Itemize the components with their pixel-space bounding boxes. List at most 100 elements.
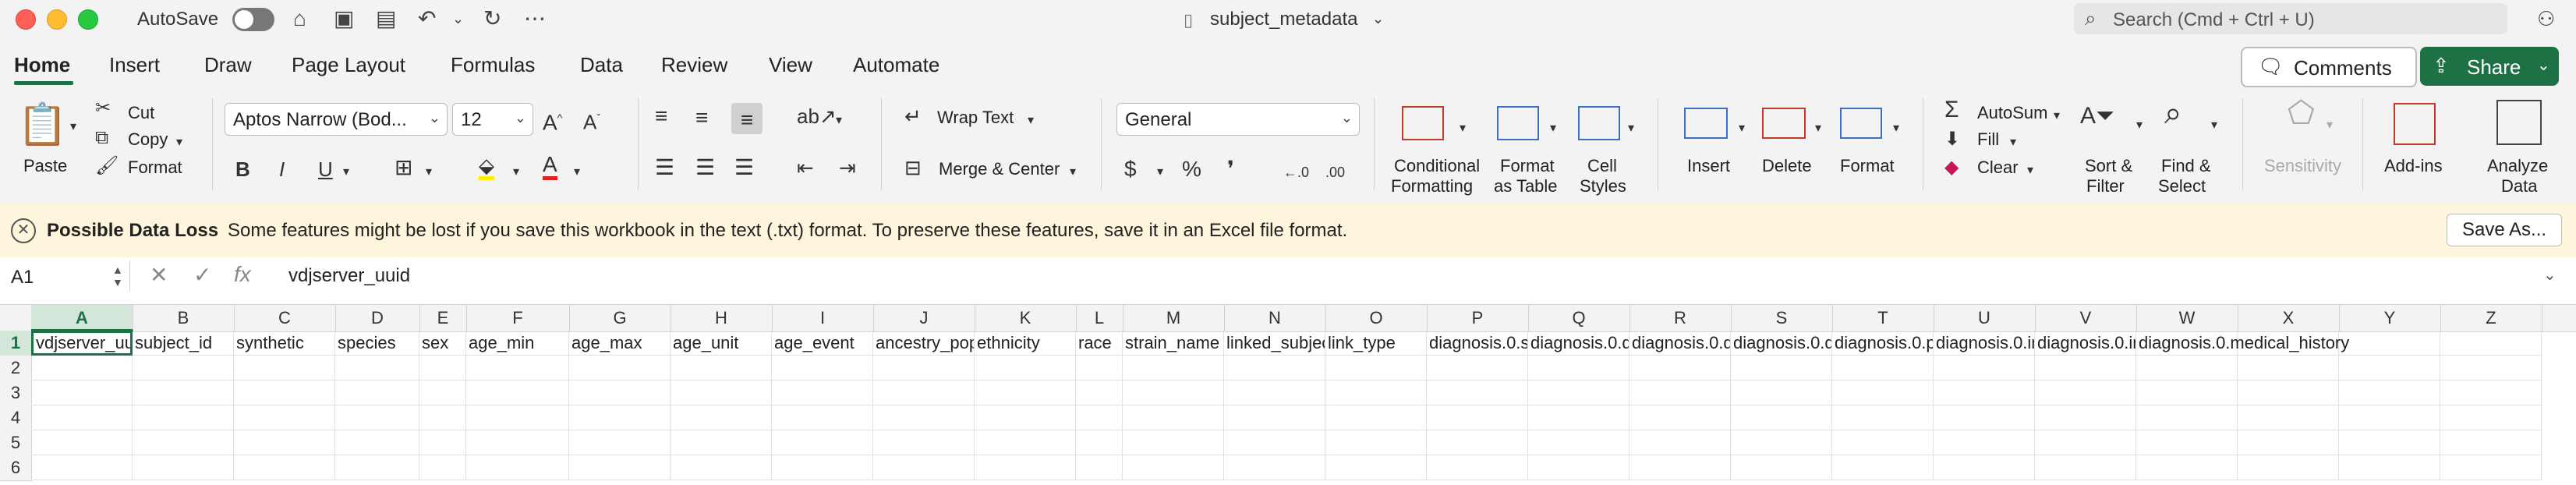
cell[interactable] [569,430,671,455]
cell[interactable] [2136,405,2238,430]
close-window-button[interactable] [16,9,36,30]
cell[interactable] [772,356,873,381]
cell[interactable] [1731,430,1832,455]
cell[interactable] [234,430,335,455]
spreadsheet-grid[interactable]: ABCDEFGHIJKLMNOPQRSTUVWXYZ 1 vdjserver_uu… [0,296,2576,485]
cell[interactable] [133,430,234,455]
cell[interactable] [671,405,772,430]
cell[interactable] [1325,356,1427,381]
cell[interactable] [1629,381,1731,405]
font-size-select[interactable]: 12 ⌄ [452,103,533,136]
cell[interactable] [466,455,569,480]
cell[interactable] [1076,381,1123,405]
cell[interactable] [873,356,975,381]
cell[interactable]: synthetic [234,331,335,356]
name-box[interactable]: A1 ▲ ▼ [0,260,130,292]
column-header[interactable]: I [772,305,874,331]
cell[interactable] [1832,356,1934,381]
cell[interactable] [1076,455,1123,480]
cell[interactable] [466,356,569,381]
cell[interactable] [1934,381,2035,405]
cell[interactable] [2238,455,2339,480]
cell[interactable] [569,356,671,381]
cell[interactable] [2440,455,2542,480]
cell[interactable] [419,430,466,455]
home-icon[interactable]: ⌂ [293,6,306,31]
cell[interactable] [2035,405,2136,430]
cell[interactable]: vdjserver_uuid [31,331,133,356]
column-header[interactable]: Z [2440,305,2542,331]
share-button[interactable]: ⇪ Share ⌄ [2420,47,2559,86]
cell[interactable] [31,455,133,480]
cell[interactable] [2035,356,2136,381]
align-left-icon[interactable]: ☰ [655,154,674,181]
cell[interactable] [466,381,569,405]
cancel-icon[interactable]: ✕ [150,262,168,288]
cell[interactable]: sex [419,331,466,356]
cell[interactable]: diagnosis.0.medical_history [2136,331,2349,356]
cell[interactable] [1731,356,1832,381]
cell[interactable] [466,405,569,430]
expand-formula-bar-icon[interactable]: ⌄ [2543,265,2557,285]
cell[interactable] [2035,381,2136,405]
cell[interactable] [466,430,569,455]
cell[interactable] [1123,356,1224,381]
cell[interactable] [1832,381,1934,405]
borders-icon[interactable]: ⊞ [395,154,412,181]
cell[interactable] [1629,430,1731,455]
bold-icon[interactable]: B [235,156,250,182]
cell[interactable] [133,381,234,405]
cell[interactable] [873,405,975,430]
column-header[interactable]: H [671,305,773,331]
cell[interactable] [2035,455,2136,480]
cell[interactable] [569,381,671,405]
column-header[interactable]: T [1832,305,1934,331]
column-header[interactable]: P [1427,305,1529,331]
align-center-icon[interactable]: ☰ [695,154,715,181]
cell[interactable] [2440,331,2542,356]
cell[interactable] [1123,430,1224,455]
cell[interactable] [975,455,1076,480]
row-header[interactable]: 3 [0,381,32,406]
cell[interactable] [772,381,873,405]
column-header[interactable]: W [2136,305,2238,331]
cell[interactable] [335,356,419,381]
cell[interactable] [772,455,873,480]
cell[interactable] [419,455,466,480]
cell[interactable]: race [1076,331,1123,356]
cell[interactable] [1731,381,1832,405]
cell[interactable] [2136,356,2238,381]
decrease-font-size-icon[interactable]: Aˇ [583,104,600,136]
cell[interactable] [2238,405,2339,430]
increase-font-size-icon[interactable]: A^ [543,104,562,136]
cell[interactable]: subject_id [133,331,234,356]
column-header[interactable]: B [133,305,235,331]
cell[interactable] [234,405,335,430]
column-header[interactable]: L [1076,305,1123,331]
tab-home[interactable]: Home [14,53,70,77]
underline-chevron-down-icon[interactable]: ▾ [343,159,349,186]
cell[interactable]: diagnosis.0.disease_diagnosis [1528,331,1629,356]
cell[interactable] [1123,405,1224,430]
row-header[interactable]: 2 [0,356,32,381]
column-header[interactable]: D [335,305,420,331]
dismiss-icon[interactable]: ✕ [11,218,36,243]
cell[interactable] [1934,356,2035,381]
cell[interactable] [569,405,671,430]
cell[interactable] [1224,455,1325,480]
cell[interactable] [1325,405,1427,430]
autosave-toggle[interactable] [232,8,274,31]
cell[interactable] [1832,405,1934,430]
cell[interactable] [1427,381,1528,405]
cell[interactable] [31,381,133,405]
cell[interactable] [569,455,671,480]
cell[interactable] [1224,405,1325,430]
cell[interactable] [335,455,419,480]
cell[interactable] [873,381,975,405]
column-header[interactable]: J [873,305,975,331]
increase-indent-icon[interactable]: ⇥ [839,154,856,181]
cell[interactable] [234,356,335,381]
function-icon[interactable]: fx [234,262,251,287]
cell[interactable] [772,430,873,455]
zoom-window-button[interactable] [78,9,98,30]
